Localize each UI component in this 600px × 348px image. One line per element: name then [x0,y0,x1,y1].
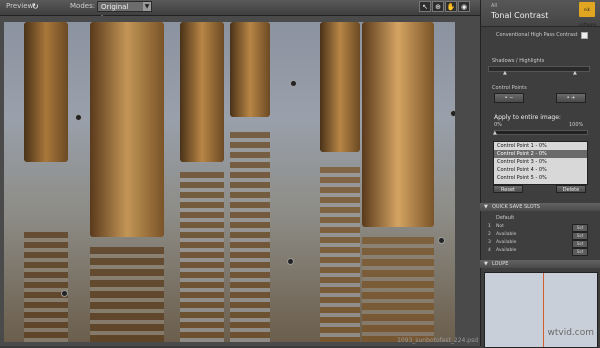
watermark: wtvid.com [547,328,594,338]
apply-entire-label: Apply to entire image: [494,114,561,121]
shadows-marker-icon[interactable]: ▲ [503,70,507,76]
quick-save-slot: 2 Available Set [488,232,588,240]
photo-preview[interactable] [4,22,455,342]
piling [90,22,164,237]
shadows-highlights-label: Shadows / Highlights [492,58,545,64]
high-pass-label: Conventional High Pass Contrast [496,32,578,38]
nik-logo: nik software [579,2,596,27]
filter-title: Tonal Contrast [491,11,549,20]
opacity-min-label: 0% [494,122,502,128]
set-button[interactable]: Set [572,248,588,256]
zoom-tool-icon[interactable]: ⊕ [432,1,444,12]
list-item[interactable]: Control Point 5 - 0% [494,174,587,182]
delete-button[interactable]: Delete [556,185,586,193]
piling [230,22,270,117]
preview-toggle-icon[interactable]: ↻ [32,2,41,11]
piling [362,22,434,227]
set-button[interactable]: Set [572,224,588,232]
quick-save-header[interactable]: ▼ QUICK SAVE SLOTS [480,203,600,211]
file-name: 1093_sunbotofest_224.psd [397,337,478,344]
control-point-marker[interactable] [287,258,294,265]
reflection [90,247,164,342]
piling [320,22,360,152]
point-tool-icon[interactable]: ◉ [458,1,470,12]
piling [180,22,224,162]
list-item[interactable]: Control Point 4 - 0% [494,166,587,174]
arrow-tool-icon[interactable]: ↖ [419,1,431,12]
loupe-header[interactable]: ▼ LOUPE [480,260,600,268]
collapse-icon: ▼ [484,261,488,267]
panel-header: All Tonal Contrast nik software [481,0,600,27]
opacity-max-label: 100% [569,122,584,128]
chevron-down-icon: ▼ [143,2,151,11]
quick-save-slot: 4 Available Set [488,248,588,256]
quick-save-default: Default [496,215,515,221]
collapse-icon: ▼ [484,204,488,210]
reflection [230,132,270,342]
control-point-marker[interactable] [290,80,297,87]
control-point-marker[interactable] [438,237,445,244]
filter-category: All [491,3,498,9]
preview-label: Preview: [6,2,36,10]
set-button[interactable]: Set [572,232,588,240]
mode-select[interactable]: Original Image ▼ [97,1,152,22]
control-points-label: Control Points [492,85,527,91]
control-point-list[interactable]: Control Point 1 - 0% Control Point 2 - 0… [493,141,588,185]
opacity-slider-handle[interactable]: ▲ [493,130,497,136]
add-negative-control-point-button[interactable]: • − [494,93,524,103]
control-point-marker[interactable] [75,114,82,121]
high-pass-checkbox[interactable] [581,32,588,39]
highlights-marker-icon[interactable]: ▲ [573,70,577,76]
reset-button[interactable]: Reset [493,185,523,193]
control-point-marker[interactable] [61,290,68,297]
add-control-point-button[interactable]: • + [556,93,586,103]
list-item[interactable]: Control Point 2 - 0% [494,150,587,158]
hand-tool-icon[interactable]: ✋ [445,1,457,12]
reflection [180,172,224,342]
modes-label: Modes: [70,2,96,10]
control-point-marker[interactable] [450,110,455,117]
reflection [362,237,434,342]
list-item[interactable]: Control Point 1 - 0% [494,142,587,150]
opacity-slider[interactable] [494,130,588,135]
reflection [24,232,68,342]
set-button[interactable]: Set [572,240,588,248]
list-item[interactable]: Control Point 3 - 0% [494,158,587,166]
quick-save-slot: 3 Available Set [488,240,588,248]
reflection [320,167,360,342]
loupe-crosshair [543,273,544,347]
quick-save-slot: 1 Not Set [488,224,588,232]
top-toolbar: Preview: ↻ Modes: Original Image ▼ ↖ ⊕ ✋… [0,0,480,22]
piling [24,22,68,162]
